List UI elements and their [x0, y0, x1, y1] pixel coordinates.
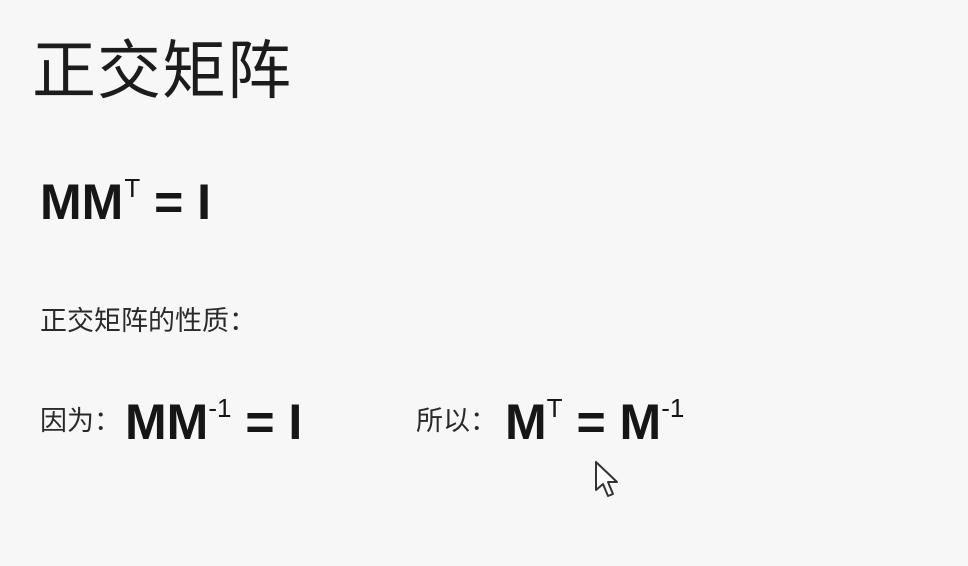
mouse-pointer-icon	[595, 461, 618, 497]
slide-title: 正交矩阵	[32, 35, 292, 109]
therefore-rest: = M	[562, 394, 662, 450]
therefore-base: M	[505, 394, 547, 450]
orthogonal-definition-formula: MMT = I	[40, 172, 211, 240]
because-base: MM	[125, 394, 209, 450]
because-row: 因为：MM-1 = I	[40, 390, 302, 454]
definition-superscript: T	[124, 173, 141, 203]
because-rest: = I	[231, 394, 303, 450]
slide: 正交矩阵 MMT = I 正交矩阵的性质： 因为：MM-1 = I 所以： MT …	[0, 0, 968, 566]
therefore-row: 所以： MT = M-1	[416, 390, 684, 454]
inverse-identity-formula: MM-1 = I	[125, 390, 302, 462]
therefore-label: 所以：	[416, 406, 497, 437]
definition-rest: = I	[140, 174, 212, 230]
therefore-superscript-2: -1	[661, 393, 685, 423]
transpose-equals-inverse-formula: MT = M-1	[505, 390, 684, 462]
definition-base: MM	[40, 174, 124, 230]
because-superscript: -1	[208, 393, 232, 423]
because-label: 因为：	[40, 406, 121, 437]
therefore-superscript: T	[546, 393, 563, 423]
properties-label: 正交矩阵的性质：	[40, 306, 256, 337]
